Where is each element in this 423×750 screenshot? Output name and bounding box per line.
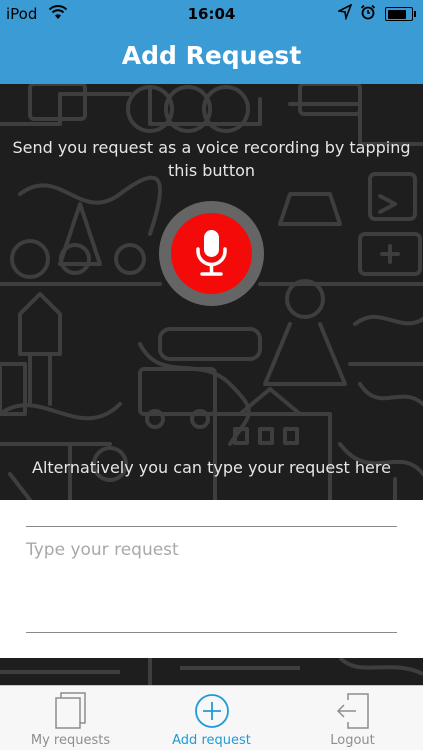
location-arrow-icon — [336, 3, 353, 24]
plus-circle-icon — [194, 694, 229, 728]
logout-icon — [336, 693, 369, 729]
tab-my-requests[interactable]: My requests — [0, 686, 141, 750]
microphone-icon — [196, 230, 227, 276]
status-bar: iPod 16:04 — [0, 0, 423, 28]
tab-label-add-request: Add request — [172, 733, 251, 748]
record-voice-button[interactable] — [171, 213, 252, 294]
input-top-divider — [26, 526, 397, 527]
documents-icon — [54, 692, 86, 729]
tab-add-request[interactable]: Add request — [141, 686, 282, 750]
tab-label-logout: Logout — [330, 733, 375, 748]
alternative-instruction-text: Alternatively you can type your request … — [32, 458, 391, 477]
request-input-panel — [0, 500, 423, 658]
background-strip — [0, 658, 423, 685]
tab-bar: My requests Add request Logout — [0, 685, 423, 750]
voice-request-panel: Send you request as a voice recording by… — [0, 84, 423, 500]
request-text-input[interactable] — [26, 540, 397, 624]
battery-icon — [385, 7, 416, 21]
alarm-clock-icon — [360, 4, 376, 24]
page-title: Add Request — [0, 28, 423, 84]
battery-level — [387, 9, 406, 19]
tab-logout[interactable]: Logout — [282, 686, 423, 750]
input-bottom-divider — [26, 632, 397, 633]
voice-instruction-text: Send you request as a voice recording by… — [12, 138, 411, 180]
tab-label-my-requests: My requests — [30, 733, 111, 748]
